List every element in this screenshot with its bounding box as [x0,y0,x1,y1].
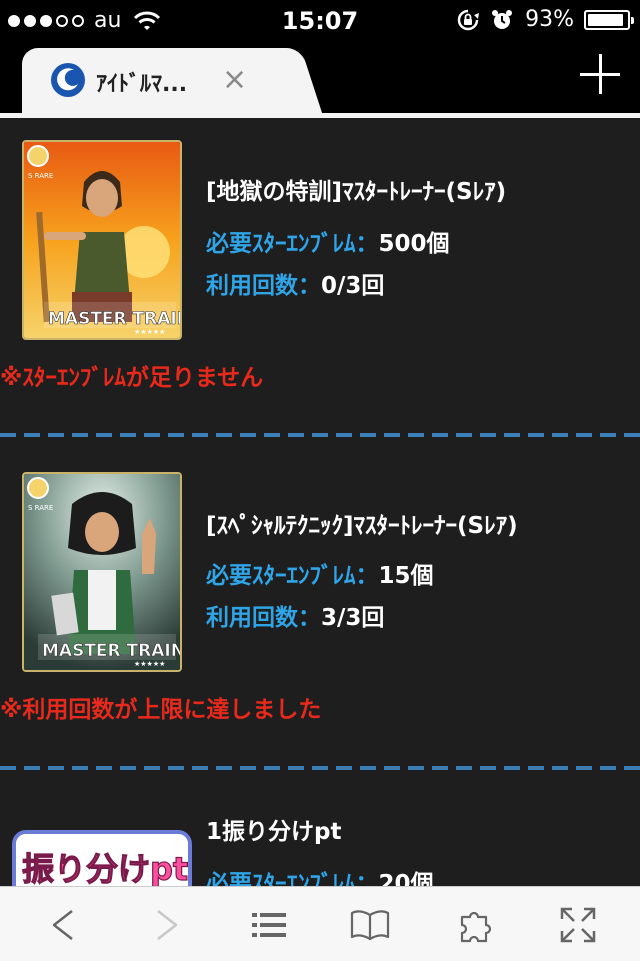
card-image[interactable]: 振り分けpt [12,830,192,886]
card-illustration: 振り分けpt [16,834,188,886]
emblem-label: 必要ｽﾀｰｴﾝﾌﾞﾚﾑ： [206,871,379,886]
tab-close-icon[interactable]: × [222,62,247,98]
new-tab-button[interactable] [580,54,620,94]
card-rarity: S RARE [28,172,53,180]
browser-tab-bar: ｱｲﾄﾞﾙﾏ... × [0,40,640,116]
card-stars: ★★★★★ [134,660,165,668]
status-right: 93% [457,7,634,32]
emblem-row: 必要ｽﾀｰｴﾝﾌﾞﾚﾑ：20個 [206,864,434,886]
rotation-lock-icon [457,9,480,30]
emblem-value: 15個 [378,563,434,589]
card-illustration: S RARE MASTER TRAINER ★★★★★ [24,142,180,338]
battery-icon [584,9,634,30]
warning-text: ※利用回数が上限に達しました [0,697,322,723]
emblem-value: 500個 [378,231,450,257]
item-title[interactable]: [ｽﾍﾟｼｬﾙﾃｸﾆｯｸ]ﾏｽﾀｰﾄﾚｰﾅｰ(Sﾚｱ) [206,506,518,540]
status-bar: au 15:07 93% [0,0,640,40]
alarm-icon [492,9,513,29]
warning-text: ※ｽﾀｰｴﾝﾌﾞﾚﾑが足りません [0,365,264,391]
card-illustration: S RARE MASTER TRAINER ★★★★★ [24,474,180,670]
battery-fill [588,13,624,26]
emblem-label: 必要ｽﾀｰｴﾝﾌﾞﾚﾑ： [206,231,379,257]
emblem-row: 必要ｽﾀｰｴﾝﾌﾞﾚﾑ：500個 [206,224,450,258]
card-rarity: S RARE [28,504,53,512]
site-favicon-icon [51,63,85,97]
card-caption: 振り分けpt [22,850,188,886]
card-image[interactable]: S RARE MASTER TRAINER ★★★★★ [22,140,182,340]
tab-title: ｱｲﾄﾞﾙﾏ... [96,72,188,97]
divider [0,433,640,437]
emblem-label: 必要ｽﾀｰｴﾝﾌﾞﾚﾑ： [206,563,379,589]
item-title[interactable]: [地獄の特訓]ﾏｽﾀｰﾄﾚｰﾅｰ(Sﾚｱ) [206,172,506,206]
divider [0,766,640,770]
book-icon[interactable] [350,905,390,945]
battery-percent: 93% [525,7,574,32]
uses-value: 3/3回 [321,605,385,631]
uses-row: 利用回数：3/3回 [206,598,384,632]
puzzle-icon[interactable] [456,905,496,945]
uses-value: 0/3回 [321,273,385,299]
back-arrow-icon[interactable] [44,905,84,945]
emblem-value: 20個 [378,871,434,886]
emblem-row: 必要ｽﾀｰｴﾝﾌﾞﾚﾑ：15個 [206,556,434,590]
card-caption: MASTER TRAINER [42,641,180,661]
card-image[interactable]: S RARE MASTER TRAINER ★★★★★ [22,472,182,672]
list-icon[interactable] [250,905,290,945]
item-title[interactable]: 1振り分けpt [206,812,341,846]
browser-toolbar [0,886,640,961]
card-caption: MASTER TRAINER [48,309,180,329]
item-list: S RARE MASTER TRAINER ★★★★★ [地獄の特訓]ﾏｽﾀｰﾄ… [0,118,640,886]
uses-row: 利用回数：0/3回 [206,266,384,300]
forward-arrow-icon[interactable] [146,905,186,945]
card-stars: ★★★★★ [134,328,165,336]
browser-tab[interactable]: ｱｲﾄﾞﾙﾏ... × [22,48,294,116]
uses-label: 利用回数： [206,605,321,631]
fullscreen-icon[interactable] [558,905,598,945]
battery-nub [631,16,634,24]
uses-label: 利用回数： [206,273,321,299]
